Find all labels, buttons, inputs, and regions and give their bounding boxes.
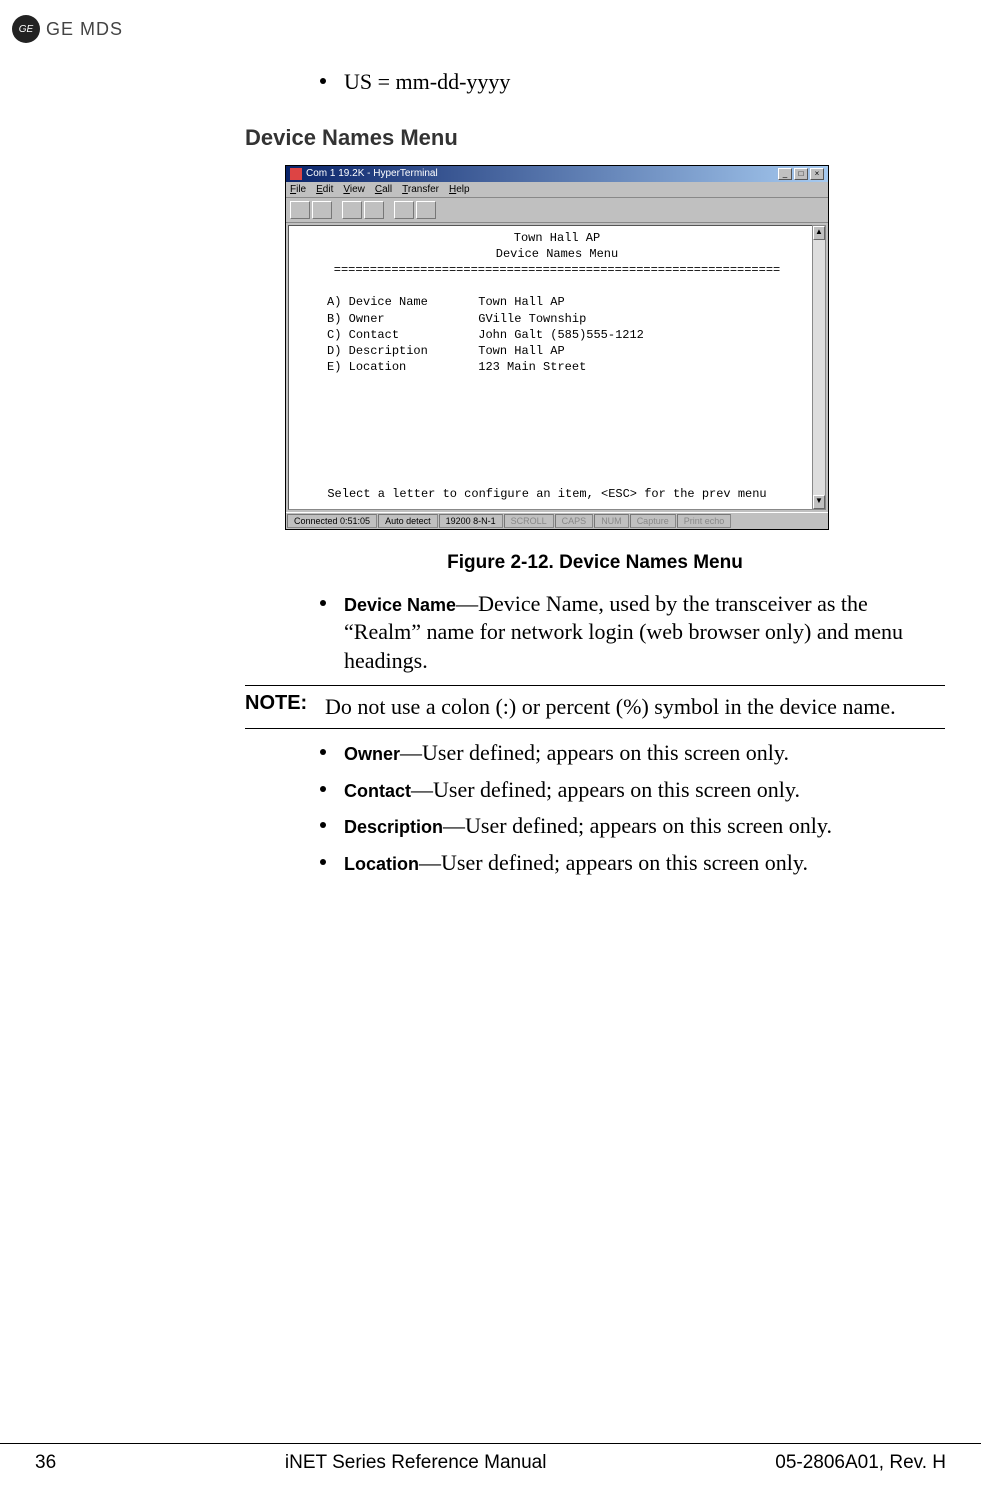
- def-contact: Contact—User defined; appears on this sc…: [320, 776, 945, 805]
- scroll-down-icon[interactable]: ▼: [813, 495, 825, 509]
- toolbar-button[interactable]: [416, 201, 436, 219]
- page-footer: 36 iNET Series Reference Manual 05-2806A…: [0, 1443, 981, 1474]
- toolbar-button[interactable]: [394, 201, 414, 219]
- bullet-icon: [320, 600, 326, 606]
- bullet-icon: [320, 786, 326, 792]
- terminal-header2: Device Names Menu: [291, 246, 823, 262]
- bullet-text: Owner—User defined; appears on this scre…: [344, 739, 789, 768]
- terminal-divider: ========================================…: [291, 262, 823, 278]
- hyperterminal-window: Com 1 19.2K - HyperTerminal _ □ × File E…: [285, 165, 829, 530]
- terminal-header: Town Hall AP: [291, 230, 823, 246]
- menu-edit[interactable]: Edit: [316, 184, 333, 195]
- def-description: Description—User defined; appears on thi…: [320, 812, 945, 841]
- bullet-text: Description—User defined; appears on thi…: [344, 812, 832, 841]
- close-button[interactable]: ×: [810, 168, 824, 180]
- status-num: NUM: [594, 514, 629, 528]
- title-bar: Com 1 19.2K - HyperTerminal _ □ ×: [286, 166, 828, 182]
- toolbar-button[interactable]: [364, 201, 384, 219]
- footer-title: iNET Series Reference Manual: [285, 1452, 547, 1474]
- terminal-row: C) Contact John Galt (585)555-1212: [291, 327, 823, 343]
- menu-file[interactable]: File: [290, 184, 306, 195]
- def-owner: Owner—User defined; appears on this scre…: [320, 739, 945, 768]
- toolbar: [286, 198, 828, 223]
- toolbar-button[interactable]: [290, 201, 310, 219]
- status-printecho: Print echo: [677, 514, 732, 528]
- toolbar-button[interactable]: [342, 201, 362, 219]
- note-block: NOTE: Do not use a colon (:) or percent …: [245, 685, 945, 729]
- bullet-text: Contact—User defined; appears on this sc…: [344, 776, 800, 805]
- bullet-icon: [320, 859, 326, 865]
- terminal-prompt: Select a letter to configure an item, <E…: [289, 487, 805, 501]
- def-device-name: Device Name—Device Name, used by the tra…: [320, 590, 945, 676]
- status-caps: CAPS: [555, 514, 594, 528]
- bullet-text: Location—User defined; appears on this s…: [344, 849, 808, 878]
- status-setting: 19200 8-N-1: [439, 514, 503, 528]
- status-capture: Capture: [630, 514, 676, 528]
- menu-bar: File Edit View Call Transfer Help: [286, 182, 828, 198]
- brand-logo: GE GE MDS: [12, 15, 123, 43]
- brand-text: GE MDS: [46, 19, 123, 40]
- terminal-area[interactable]: Town Hall AP Device Names Menu =========…: [288, 225, 826, 510]
- minimize-button[interactable]: _: [778, 168, 792, 180]
- menu-view[interactable]: View: [343, 184, 365, 195]
- toolbar-button[interactable]: [312, 201, 332, 219]
- terminal-row: D) Description Town Hall AP: [291, 343, 823, 359]
- menu-call[interactable]: Call: [375, 184, 392, 195]
- bullet-text: Device Name—Device Name, used by the tra…: [344, 590, 945, 676]
- scroll-up-icon[interactable]: ▲: [813, 226, 825, 240]
- status-detect: Auto detect: [378, 514, 438, 528]
- menu-help[interactable]: Help: [449, 184, 470, 195]
- figure-caption: Figure 2-12. Device Names Menu: [245, 552, 945, 574]
- app-icon: [290, 168, 302, 180]
- bullet-icon: [320, 822, 326, 828]
- note-label: NOTE:: [245, 692, 325, 722]
- bullet-icon: [320, 749, 326, 755]
- ge-icon: GE: [12, 15, 40, 43]
- window-title: Com 1 19.2K - HyperTerminal: [306, 168, 438, 179]
- terminal-blank: [291, 278, 823, 294]
- bullet-us-format: US = mm-dd-yyyy: [320, 68, 945, 97]
- menu-transfer[interactable]: Transfer: [402, 184, 439, 195]
- bullet-icon: [320, 78, 326, 84]
- scrollbar-vertical[interactable]: ▲ ▼: [812, 225, 826, 510]
- terminal-row: B) Owner GVille Township: [291, 311, 823, 327]
- status-connected: Connected 0:51:05: [287, 514, 377, 528]
- def-location: Location—User defined; appears on this s…: [320, 849, 945, 878]
- footer-doc: 05-2806A01, Rev. H: [775, 1452, 946, 1474]
- note-text: Do not use a colon (:) or percent (%) sy…: [325, 692, 896, 722]
- status-scroll: SCROLL: [504, 514, 554, 528]
- footer-page: 36: [35, 1452, 56, 1474]
- status-bar: Connected 0:51:05 Auto detect 19200 8-N-…: [286, 512, 828, 529]
- maximize-button[interactable]: □: [794, 168, 808, 180]
- terminal-row: A) Device Name Town Hall AP: [291, 294, 823, 310]
- bullet-text: US = mm-dd-yyyy: [344, 68, 510, 97]
- section-heading: Device Names Menu: [245, 125, 945, 151]
- terminal-row: E) Location 123 Main Street: [291, 359, 823, 375]
